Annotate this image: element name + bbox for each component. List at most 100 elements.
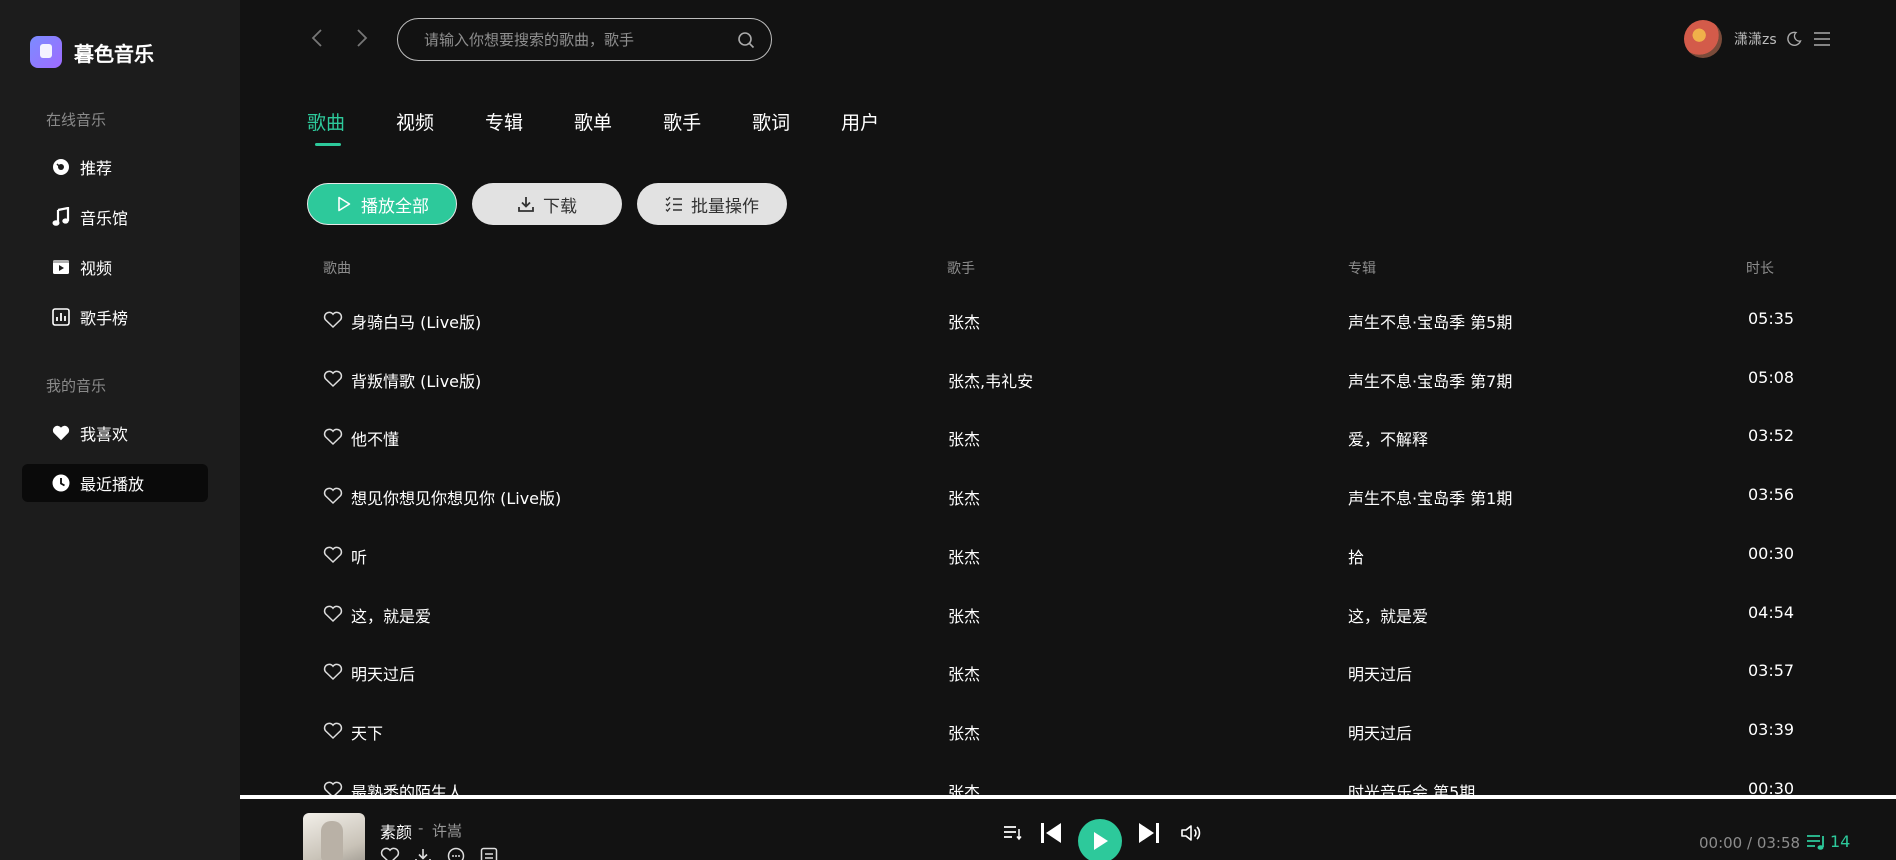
- heart-outline-icon[interactable]: [323, 311, 343, 329]
- play-all-label: 播放全部: [361, 196, 429, 217]
- tab-users[interactable]: 用户: [841, 108, 879, 135]
- menu-icon[interactable]: [1811, 28, 1833, 50]
- song-album[interactable]: 声生不息·宝岛季 第5期: [1348, 309, 1512, 333]
- heart-outline-icon[interactable]: [323, 428, 343, 446]
- song-artist[interactable]: 张杰: [948, 426, 980, 450]
- song-title[interactable]: 最熟悉的陌生人: [351, 779, 463, 795]
- sidebar-item-recommend[interactable]: 推荐: [22, 148, 208, 186]
- search-box[interactable]: [397, 18, 772, 61]
- song-album[interactable]: 声生不息·宝岛季 第1期: [1348, 485, 1512, 509]
- search-input[interactable]: [424, 30, 724, 49]
- sidebar-item-label: 最近播放: [80, 475, 145, 494]
- play-button[interactable]: [1078, 819, 1122, 860]
- heart-outline-icon[interactable]: [323, 781, 343, 795]
- tab-albums[interactable]: 专辑: [485, 108, 523, 135]
- song-album[interactable]: 爱，不解释: [1348, 426, 1428, 450]
- tab-songs[interactable]: 歌曲: [307, 108, 345, 146]
- moon-icon[interactable]: [1783, 28, 1805, 50]
- song-artist[interactable]: 张杰: [948, 485, 980, 509]
- playlist-order-icon[interactable]: [1002, 823, 1022, 841]
- song-title[interactable]: 天下: [351, 720, 383, 744]
- song-album[interactable]: 声生不息·宝岛季 第7期: [1348, 368, 1512, 392]
- volume-icon[interactable]: [1180, 823, 1202, 843]
- song-title[interactable]: 想见你想见你想见你 (Live版): [351, 485, 561, 509]
- play-queue-button[interactable]: 14: [1806, 832, 1850, 851]
- song-album[interactable]: 时光音乐会 第5期: [1348, 779, 1475, 795]
- clock-icon: [52, 474, 70, 492]
- song-album[interactable]: 这，就是爱: [1348, 603, 1428, 627]
- song-title[interactable]: 这，就是爱: [351, 603, 431, 627]
- table-row[interactable]: 他不懂 张杰 爱，不解释 03:52: [300, 407, 1840, 466]
- song-title[interactable]: 他不懂: [351, 426, 399, 450]
- album-cover[interactable]: [303, 813, 365, 860]
- download-button[interactable]: 下载: [472, 183, 622, 225]
- song-artist[interactable]: 张杰: [948, 309, 980, 333]
- heart-outline-icon[interactable]: [323, 663, 343, 681]
- queue-count: 14: [1830, 832, 1851, 851]
- song-title[interactable]: 身骑白马 (Live版): [351, 309, 481, 333]
- like-icon[interactable]: [380, 847, 400, 860]
- table-row[interactable]: 身骑白马 (Live版) 张杰 声生不息·宝岛季 第5期 05:35: [300, 290, 1840, 349]
- comment-icon[interactable]: [447, 847, 467, 860]
- download-icon[interactable]: [414, 847, 434, 860]
- tab-lyrics[interactable]: 歌词: [752, 108, 790, 135]
- table-row[interactable]: 听 张杰 拾 00:30: [300, 525, 1840, 584]
- sidebar-item-music-hall[interactable]: 音乐馆: [22, 198, 208, 236]
- table-row[interactable]: 明天过后 张杰 明天过后 03:57: [300, 642, 1840, 701]
- song-artist[interactable]: 张杰,韦礼安: [948, 368, 1033, 392]
- avatar[interactable]: [1684, 20, 1722, 58]
- tab-artists[interactable]: 歌手: [663, 108, 701, 135]
- disc-icon: [52, 158, 70, 176]
- tab-playlists[interactable]: 歌单: [574, 108, 612, 135]
- heart-outline-icon[interactable]: [323, 605, 343, 623]
- playback-time: 00:00 / 03:58: [1699, 834, 1801, 852]
- download-icon: [517, 195, 535, 213]
- song-album[interactable]: 明天过后: [1348, 661, 1412, 685]
- table-row[interactable]: 天下 张杰 明天过后 03:39: [300, 701, 1840, 760]
- username[interactable]: 潇潇zs: [1734, 29, 1777, 49]
- now-playing-title[interactable]: 素颜: [380, 819, 412, 843]
- song-duration: 03:56: [1748, 485, 1795, 504]
- forward-arrow-icon[interactable]: [350, 26, 374, 50]
- song-artist[interactable]: 张杰: [948, 779, 980, 795]
- batch-operation-label: 批量操作: [691, 196, 759, 217]
- play-all-button[interactable]: 播放全部: [307, 183, 457, 225]
- table-row[interactable]: 想见你想见你想见你 (Live版) 张杰 声生不息·宝岛季 第1期 03:56: [300, 466, 1840, 525]
- previous-icon[interactable]: [1040, 821, 1062, 845]
- search-icon[interactable]: [737, 31, 755, 49]
- song-artist[interactable]: 张杰: [948, 661, 980, 685]
- play-outline-icon: [335, 195, 353, 213]
- back-arrow-icon[interactable]: [305, 26, 329, 50]
- sidebar-item-favorites[interactable]: 我喜欢: [22, 414, 208, 452]
- play-icon: [1094, 832, 1108, 850]
- player-bar: 素颜 - 许嵩 00:00 / 03:58 14: [240, 799, 1896, 860]
- song-album[interactable]: 明天过后: [1348, 720, 1412, 744]
- song-list: 身骑白马 (Live版) 张杰 声生不息·宝岛季 第5期 05:35 背叛情歌 …: [300, 290, 1840, 795]
- song-artist[interactable]: 张杰: [948, 603, 980, 627]
- table-row[interactable]: 背叛情歌 (Live版) 张杰,韦礼安 声生不息·宝岛季 第7期 05:08: [300, 349, 1840, 408]
- sidebar-item-artist-chart[interactable]: 歌手榜: [22, 298, 208, 336]
- chart-icon: [52, 308, 70, 326]
- batch-operation-button[interactable]: 批量操作: [637, 183, 787, 225]
- song-title[interactable]: 听: [351, 544, 367, 568]
- song-title[interactable]: 背叛情歌 (Live版): [351, 368, 481, 392]
- sidebar-item-video[interactable]: 视频: [22, 248, 208, 286]
- song-artist[interactable]: 张杰: [948, 544, 980, 568]
- now-playing-artist[interactable]: 许嵩: [432, 820, 462, 841]
- table-row[interactable]: 这，就是爱 张杰 这，就是爱 04:54: [300, 584, 1840, 643]
- sidebar-item-label: 我喜欢: [80, 425, 129, 444]
- next-icon[interactable]: [1138, 821, 1160, 845]
- heart-outline-icon[interactable]: [323, 546, 343, 564]
- app-logo[interactable]: 暮色音乐: [30, 36, 154, 68]
- heart-outline-icon[interactable]: [323, 370, 343, 388]
- heart-outline-icon[interactable]: [323, 722, 343, 740]
- song-title[interactable]: 明天过后: [351, 661, 415, 685]
- tab-videos[interactable]: 视频: [396, 108, 434, 135]
- song-album[interactable]: 拾: [1348, 544, 1364, 568]
- table-row[interactable]: 最熟悉的陌生人 张杰 时光音乐会 第5期 00:30: [300, 760, 1840, 795]
- now-playing-separator: -: [418, 819, 424, 837]
- heart-outline-icon[interactable]: [323, 487, 343, 505]
- sidebar-item-recent[interactable]: 最近播放: [22, 464, 208, 502]
- song-artist[interactable]: 张杰: [948, 720, 980, 744]
- more-icon[interactable]: [480, 847, 500, 860]
